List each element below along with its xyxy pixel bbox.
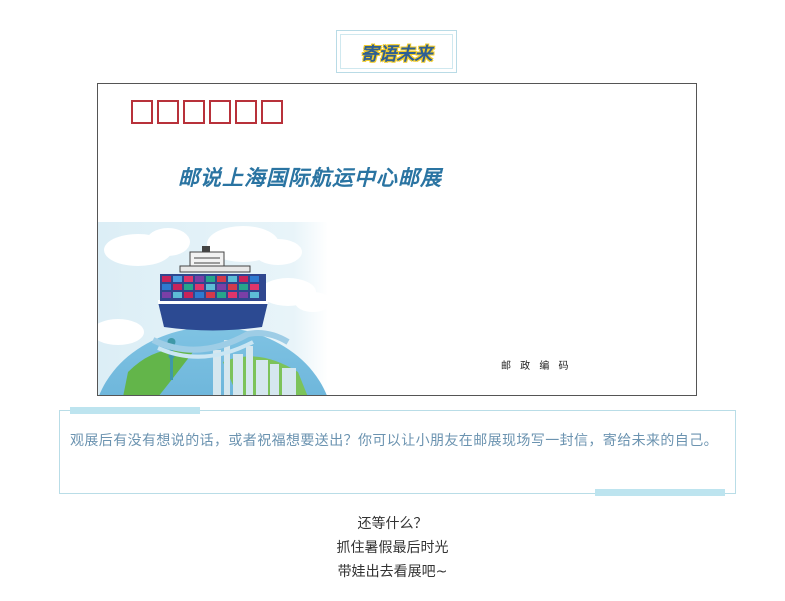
envelope-image: 邮说上海国际航运中心邮展 邮 政 编 码: [97, 83, 697, 396]
envelope-title: 邮说上海国际航运中心邮展: [178, 165, 442, 190]
postcode-box: [235, 100, 257, 124]
postcode-box: [261, 100, 283, 124]
container-ship-illustration: [98, 222, 328, 395]
message-card: 观展后有没有想说的话，或者祝福想要送出？你可以让小朋友在邮展现场写一封信，寄给未…: [59, 410, 736, 494]
postcode-box: [157, 100, 179, 124]
closing-line: 带娃出去看展吧~: [337, 564, 448, 580]
closing-text: 还等什么？ 抓住暑假最后时光 带娃出去看展吧~: [0, 512, 785, 584]
message-text: 观展后有没有想说的话，或者祝福想要送出？你可以让小朋友在邮展现场写一封信，寄给未…: [70, 433, 718, 449]
closing-line: 还等什么？: [357, 516, 428, 532]
card-accent-bar: [595, 489, 725, 496]
section-title: 寄语未来: [360, 44, 433, 65]
card-accent-bar: [70, 407, 200, 414]
section-title-badge: 寄语未来: [336, 30, 457, 73]
postcode-box: [209, 100, 231, 124]
postcode-box: [131, 100, 153, 124]
postcode-boxes: [131, 100, 283, 124]
closing-line: 抓住暑假最后时光: [336, 540, 449, 556]
postcode-box: [183, 100, 205, 124]
page: 寄语未来 邮说上海国际航运中心邮展 邮 政 编 码 观展后有没有想说的话，或者祝…: [0, 0, 785, 601]
postcode-label: 邮 政 编 码: [501, 361, 572, 372]
